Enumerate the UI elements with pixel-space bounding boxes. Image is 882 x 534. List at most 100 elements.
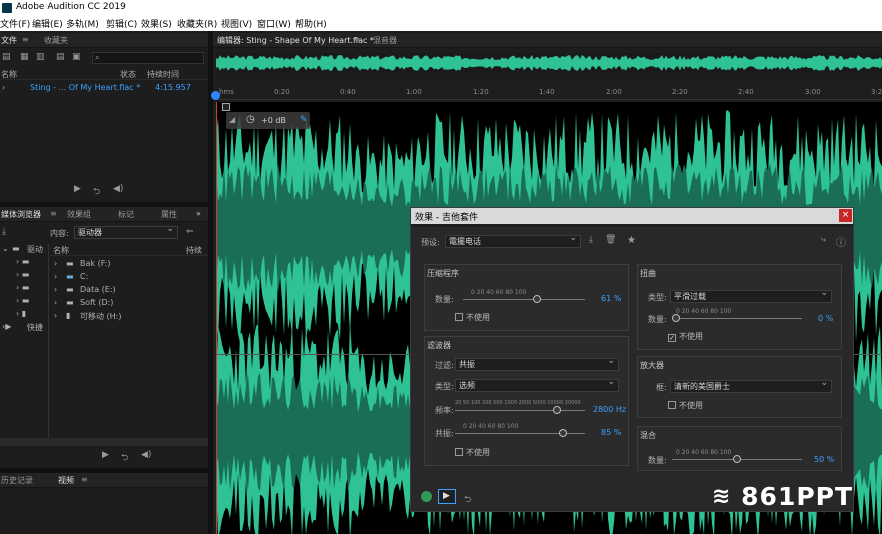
slider-thumb[interactable] — [552, 406, 561, 414]
filter-select[interactable]: 共振 — [455, 356, 619, 371]
menu-multitrack[interactable]: 多轨(M) — [66, 17, 99, 30]
list-item[interactable]: › ▮ 可移动 (H:) — [50, 310, 208, 322]
play-icon[interactable]: ▶ — [74, 184, 81, 194]
amplifier-disable-checkbox[interactable]: 不使用 — [668, 400, 703, 411]
panel-menu-icon[interactable]: ≡ — [353, 35, 360, 44]
frequency-slider[interactable] — [455, 404, 585, 414]
delete-icon[interactable]: ▣ — [72, 52, 81, 62]
new-file-icon[interactable]: ▥ — [36, 52, 45, 62]
checkbox-label: 不使用 — [679, 401, 703, 410]
tab-media-browser[interactable]: 媒体浏览器 — [1, 209, 41, 220]
favorite-star-icon[interactable]: ★ — [627, 235, 636, 246]
routing-icon[interactable]: ⤷ — [821, 235, 826, 245]
resonance-slider[interactable] — [455, 427, 585, 437]
filter-type-select[interactable]: 选频 — [455, 377, 619, 392]
close-button[interactable]: × — [839, 209, 852, 222]
menu-edit[interactable]: 编辑(E) — [32, 17, 63, 30]
compressor-amount-slider[interactable] — [463, 293, 585, 303]
save-preset-icon[interactable]: ⤓ — [589, 235, 593, 245]
import-icon[interactable]: ▦ — [20, 52, 29, 62]
play-icon[interactable]: ▶ — [102, 450, 109, 460]
menu-favorites[interactable]: 收藏夹(R) — [177, 17, 217, 30]
col-duration[interactable]: 持续时间 — [147, 69, 179, 80]
distortion-type-label: 类型: — [648, 293, 667, 302]
volume-icon[interactable]: ◀) — [113, 184, 123, 194]
compressor-amount-value[interactable]: 61 % — [601, 294, 621, 303]
panel-menu-icon[interactable]: ≡ — [50, 209, 57, 218]
distortion-type-select[interactable]: 平滑过载 — [670, 288, 832, 303]
drive-icon: › ▬ — [16, 257, 30, 266]
preview-button[interactable]: ▶ — [438, 489, 456, 504]
play-icon: ▶ — [443, 491, 450, 501]
preset-select[interactable]: 電擺电话 — [445, 233, 581, 248]
distortion-disable-checkbox[interactable]: ✓ 不使用 — [668, 331, 703, 342]
waveform-overview[interactable] — [216, 53, 882, 73]
loop-icon[interactable]: ⮌ — [464, 492, 471, 508]
list-item[interactable]: › ▬ Data (E:) — [50, 284, 208, 296]
mix-amount-slider[interactable] — [672, 453, 802, 463]
file-row[interactable]: › Sting - ... Of My Heart.flac * 4:15.95… — [0, 83, 208, 95]
menu-file[interactable]: 文件(F) — [0, 17, 30, 30]
content-select[interactable]: 驱动器 — [74, 224, 178, 239]
amplifier-box-select[interactable]: 清新的美国爵士 — [670, 378, 832, 393]
filter-disable-checkbox[interactable]: 不使用 — [455, 447, 490, 458]
playhead-handle[interactable] — [211, 91, 220, 100]
download-icon[interactable]: ⤓ — [2, 227, 6, 237]
loop-icon[interactable]: ⮌ — [93, 184, 100, 200]
tab-favorites[interactable]: 收藏夹 — [44, 35, 68, 46]
menu-effects[interactable]: 效果(S) — [141, 17, 172, 30]
list-item[interactable]: › ▬ C: — [50, 271, 208, 283]
tab-markers[interactable]: 标记 — [118, 209, 134, 220]
volume-icon[interactable]: ◀) — [141, 450, 151, 460]
slider-thumb[interactable] — [672, 314, 680, 322]
open-file-icon[interactable]: ▤ — [2, 52, 11, 62]
tab-effects-rack[interactable]: 效果组 — [67, 209, 91, 220]
tab-history[interactable]: 历史记录 — [1, 475, 33, 486]
compressor-group: 压缩程序 数量: 0 20 40 60 80 100 61 % 不使用 — [424, 264, 629, 331]
media-scrollbar[interactable] — [0, 438, 208, 446]
expand-chevron-icon[interactable]: › — [2, 83, 5, 92]
col-name[interactable]: 名称 — [1, 69, 17, 80]
menu-view[interactable]: 视图(V) — [221, 17, 252, 30]
panel-menu-icon[interactable]: ≡ — [22, 35, 29, 44]
col-status[interactable]: 状态 — [120, 69, 136, 80]
drives-expand-icon[interactable]: ⌄ — [2, 244, 9, 253]
info-icon[interactable]: ⓘ — [836, 234, 846, 249]
mix-amount-value[interactable]: 50 % — [814, 455, 834, 464]
slider-thumb[interactable] — [558, 429, 567, 437]
tab-mixer[interactable]: 混音器 — [373, 35, 397, 46]
power-toggle[interactable] — [421, 491, 432, 502]
compressor-disable-checkbox[interactable]: 不使用 — [455, 312, 490, 323]
tab-editor[interactable]: 编辑器: Sting - Shape Of My Heart.flac * — [217, 35, 374, 46]
distortion-amount-slider[interactable] — [672, 312, 802, 322]
menu-clip[interactable]: 剪辑(C) — [106, 17, 137, 30]
back-arrow-icon[interactable]: ⇐ — [186, 227, 194, 237]
tab-files[interactable]: 文件 — [1, 35, 17, 46]
tab-properties[interactable]: 属性 — [161, 209, 177, 220]
loop-icon[interactable]: ⮌ — [121, 450, 128, 466]
menu-window[interactable]: 窗口(W) — [257, 17, 291, 30]
panel-menu-icon[interactable]: ≡ — [81, 475, 88, 484]
volume-knob-icon[interactable]: ◷ — [246, 114, 255, 125]
col-duration[interactable]: 持续 — [186, 245, 202, 256]
insert-icon[interactable]: ▤ — [56, 52, 65, 62]
resonance-value[interactable]: 85 % — [601, 428, 621, 437]
frequency-value[interactable]: 2800 Hz — [593, 405, 626, 414]
menu-help[interactable]: 帮助(H) — [295, 17, 327, 30]
pin-icon[interactable]: ✎ — [300, 115, 308, 125]
shortcuts-label[interactable]: 快捷 — [27, 322, 43, 333]
delete-preset-icon[interactable]: 🗑 — [605, 235, 616, 245]
slider-thumb[interactable] — [532, 295, 541, 303]
list-item[interactable]: › ▬ Bak (F:) — [50, 258, 208, 270]
file-search-input[interactable]: ⌕ — [92, 52, 204, 64]
list-item[interactable]: › ▬ Soft (D:) — [50, 297, 208, 309]
col-name[interactable]: 名称 — [53, 245, 69, 256]
drives-label[interactable]: 驱动 — [27, 244, 43, 255]
fade-in-handle[interactable] — [222, 103, 230, 111]
distortion-amount-value[interactable]: 0 % — [818, 314, 833, 323]
slider-thumb[interactable] — [733, 455, 741, 463]
time-ruler[interactable]: hms 0:20 0:40 1:00 1:20 1:40 2:00 2:20 2… — [216, 86, 882, 100]
more-tabs-icon[interactable]: » — [196, 209, 201, 218]
drive-icon: › ▬ — [16, 296, 30, 305]
tab-video[interactable]: 视频 — [58, 475, 74, 486]
